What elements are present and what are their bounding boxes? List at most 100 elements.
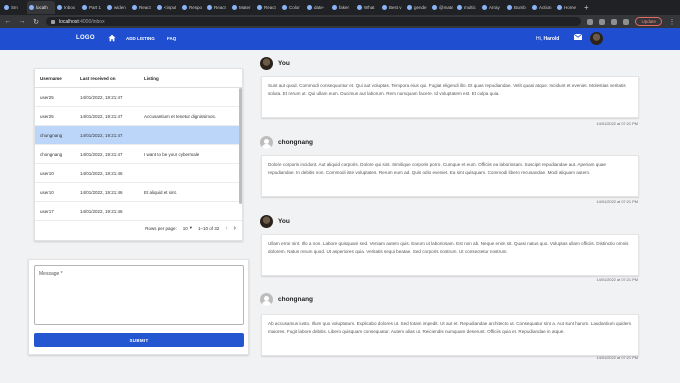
previous-page-icon[interactable]: ‹ bbox=[225, 225, 227, 232]
greeting-text: Hi, bbox=[536, 36, 543, 42]
tab-favicon-icon bbox=[457, 5, 462, 10]
greeting: Hi, Harold bbox=[536, 36, 559, 42]
row-username: user10 bbox=[40, 189, 54, 195]
message-timestamp: 14/01/2022 at 07:21 PM bbox=[596, 121, 638, 126]
rows-per-page-select[interactable]: 10 ▾ bbox=[183, 225, 192, 231]
column-last-received: Last received on bbox=[80, 75, 116, 81]
tab-label: Mater bbox=[239, 5, 251, 10]
submit-button[interactable]: SUBMIT bbox=[34, 333, 244, 347]
tab-favicon-icon bbox=[532, 5, 537, 10]
table-scrollbar[interactable] bbox=[239, 88, 242, 204]
browser-tab[interactable]: Color bbox=[280, 1, 305, 14]
tab-label: gende bbox=[414, 5, 427, 10]
table-row[interactable]: chongnang 14/01/2022, 19:21:47 bbox=[35, 126, 242, 145]
tab-label: @mate bbox=[439, 5, 453, 10]
extension-icon[interactable] bbox=[599, 18, 606, 25]
message-input[interactable]: Message * bbox=[34, 265, 244, 325]
browser-tab[interactable]: React bbox=[205, 1, 230, 14]
logo[interactable]: LOGO bbox=[76, 35, 95, 41]
tab-label: Bumb bbox=[514, 5, 526, 10]
message-author: chongnang bbox=[260, 136, 313, 149]
browser-tab[interactable]: React bbox=[130, 1, 155, 14]
browser-tab[interactable]: Array bbox=[480, 1, 505, 14]
inbox-table: Username Last received on Listing user25… bbox=[34, 68, 243, 241]
table-row[interactable]: chongnang 14/01/2022, 19:21:47 I want to b… bbox=[35, 145, 242, 164]
page-range: 1–10 of 32 bbox=[198, 225, 220, 231]
browser-tab[interactable]: widen bbox=[105, 1, 130, 14]
add-listing-link[interactable]: ADD LISTING bbox=[126, 36, 155, 41]
browser-tab[interactable]: faker bbox=[330, 1, 355, 14]
profile-icon[interactable] bbox=[623, 18, 630, 25]
message-bubble: Ab accusamus iusto. Illum quo voluptatum… bbox=[261, 314, 639, 356]
row-listing: Et aliquid et sint. bbox=[144, 189, 178, 195]
tab-favicon-icon bbox=[507, 5, 512, 10]
tab-favicon-icon bbox=[132, 5, 137, 10]
row-date: 14/01/2022, 19:21:47 bbox=[80, 113, 123, 119]
browser-tab[interactable]: Inbox bbox=[55, 1, 80, 14]
extension-icon[interactable] bbox=[587, 18, 594, 25]
tab-favicon-icon bbox=[29, 5, 34, 10]
tab-favicon-icon bbox=[432, 5, 437, 10]
browser-tab[interactable]: Bumb bbox=[505, 1, 530, 14]
home-icon[interactable] bbox=[108, 34, 116, 42]
author-name: chongnang bbox=[278, 296, 314, 303]
message-author: You bbox=[260, 57, 290, 70]
row-date: 14/01/2022, 19:21:46 bbox=[80, 189, 123, 195]
row-date: 14/01/2022, 19:21:46 bbox=[80, 170, 123, 176]
rows-per-page-label: Rows per page: bbox=[145, 225, 177, 231]
menu-dots-icon[interactable]: ⋮ bbox=[668, 18, 676, 26]
browser-tab[interactable]: Home bbox=[555, 1, 580, 14]
tab-favicon-icon bbox=[332, 5, 337, 10]
message-timestamp: 14/01/2022 at 07:21 PM bbox=[596, 355, 638, 360]
browser-tab[interactable]: localh bbox=[27, 1, 55, 14]
tab-favicon-icon bbox=[4, 5, 9, 10]
tab-label: multic bbox=[464, 5, 476, 10]
site-info-icon[interactable] bbox=[51, 19, 55, 24]
browser-tab[interactable]: Action bbox=[530, 1, 555, 14]
tab-label: React bbox=[264, 5, 276, 10]
browser-tab[interactable]: Mater bbox=[230, 1, 255, 14]
message-bubble: Sunt aut quod. Commodi consequuntur et. … bbox=[261, 76, 639, 118]
tab-favicon-icon bbox=[82, 5, 87, 10]
message-bubble: Dolore corporis incidunt. Aut aliquid co… bbox=[261, 155, 639, 197]
address-bar[interactable]: localhost:4000/inbox bbox=[46, 17, 582, 26]
browser-tab[interactable]: What bbox=[355, 1, 380, 14]
tab-label: Action bbox=[539, 5, 552, 10]
browser-tab[interactable]: multic bbox=[455, 1, 480, 14]
browser-tab[interactable]: Sm bbox=[2, 1, 27, 14]
new-tab-icon[interactable]: + bbox=[584, 3, 589, 12]
browser-tab-strip: Sm localh Inbox Part 1 widen React <input Respo… bbox=[0, 0, 680, 15]
url-path: :4000/inbox bbox=[78, 18, 105, 25]
row-username: chongnang bbox=[40, 132, 63, 138]
row-listing: I want to be your cybermale bbox=[144, 151, 200, 157]
browser-tab[interactable]: Part 1 bbox=[80, 1, 105, 14]
browser-tab[interactable]: date- bbox=[305, 1, 330, 14]
message-author: You bbox=[260, 215, 290, 228]
browser-tab[interactable]: React bbox=[255, 1, 280, 14]
table-row[interactable]: user25 14/01/2022, 19:21:47 bbox=[35, 88, 242, 107]
tab-favicon-icon bbox=[382, 5, 387, 10]
browser-tab[interactable]: @mate bbox=[430, 1, 455, 14]
mail-icon[interactable] bbox=[574, 34, 582, 40]
extension-icon[interactable] bbox=[611, 18, 618, 25]
table-row[interactable]: user25 14/01/2022, 19:21:47 Accusantium et… bbox=[35, 107, 242, 126]
browser-tab[interactable]: Best v bbox=[380, 1, 405, 14]
back-icon[interactable]: ← bbox=[4, 18, 12, 25]
table-row[interactable]: user10 14/01/2022, 19:21:46 bbox=[35, 164, 242, 183]
update-button[interactable]: Update bbox=[635, 17, 662, 26]
user-avatar[interactable] bbox=[590, 32, 603, 45]
tab-label: Color bbox=[289, 5, 300, 10]
username: Harold bbox=[543, 36, 560, 42]
browser-tab[interactable]: Respo bbox=[180, 1, 205, 14]
browser-tab[interactable]: <input bbox=[155, 1, 180, 14]
faq-link[interactable]: FAQ bbox=[167, 36, 176, 41]
table-row[interactable]: user10 14/01/2022, 19:21:46 Et aliquid et … bbox=[35, 183, 242, 202]
browser-tab[interactable]: gende bbox=[405, 1, 430, 14]
reload-icon[interactable]: ↻ bbox=[32, 18, 40, 26]
column-username: Username bbox=[40, 75, 62, 81]
next-page-icon[interactable]: › bbox=[234, 225, 236, 232]
tab-label: Array bbox=[489, 5, 500, 10]
tab-label: faker bbox=[339, 5, 350, 10]
forward-icon[interactable]: → bbox=[18, 18, 26, 25]
tab-favicon-icon bbox=[307, 5, 312, 10]
